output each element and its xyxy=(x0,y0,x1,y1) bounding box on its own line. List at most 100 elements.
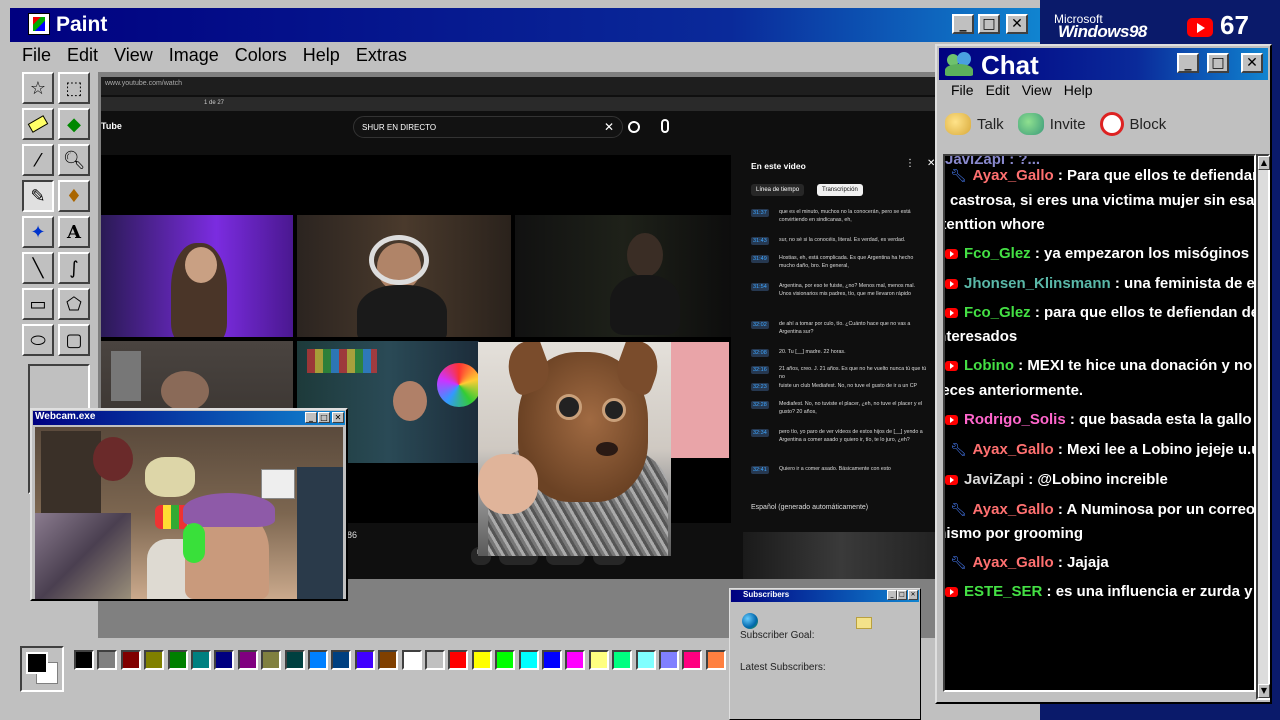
transcript-timestamp[interactable]: 32:02 xyxy=(751,321,769,329)
chat-username[interactable]: JaviZapi xyxy=(964,471,1024,488)
chat-maximize-button[interactable]: □ xyxy=(1207,53,1229,73)
palette-swatch[interactable] xyxy=(425,650,445,670)
chat-scrollbar[interactable]: ▲ ▼ xyxy=(1256,154,1270,700)
palette-swatch[interactable] xyxy=(542,650,562,670)
rect-select-tool-icon[interactable]: ⬚ xyxy=(58,72,90,104)
next-video-thumb[interactable] xyxy=(743,532,936,579)
text-tool-icon[interactable]: A xyxy=(58,216,90,248)
transcript-timestamp[interactable]: 32:16 xyxy=(751,366,769,374)
chat-menu-file[interactable]: File xyxy=(945,82,980,98)
eraser-tool-icon[interactable] xyxy=(22,108,54,140)
transcript-timestamp[interactable]: 31:54 xyxy=(751,283,769,291)
subscribers-title-bar[interactable]: Subscribers _ □ ✕ xyxy=(731,590,919,602)
menu-edit[interactable]: Edit xyxy=(59,42,106,70)
chat-username[interactable]: Jhonsen_Klinsmann xyxy=(964,275,1111,292)
palette-swatch[interactable] xyxy=(705,650,726,670)
paint-minimize-button[interactable]: _ xyxy=(952,14,974,34)
subs-maximize-button[interactable]: □ xyxy=(897,590,907,600)
chat-minimize-button[interactable]: _ xyxy=(1177,53,1199,73)
webcam-close-button[interactable]: ✕ xyxy=(332,412,344,423)
chat-username[interactable]: ESTE_SER xyxy=(964,583,1042,600)
chat-username[interactable]: Rodrigo_Solis xyxy=(964,411,1066,428)
webcam-title-bar[interactable]: Webcam.exe _ □ ✕ xyxy=(33,411,345,425)
menu-help[interactable]: Help xyxy=(295,42,348,70)
brush-tool-icon[interactable]: ♦ xyxy=(58,180,90,212)
palette-swatch[interactable] xyxy=(214,650,235,670)
palette-swatch[interactable] xyxy=(74,650,94,670)
palette-swatch[interactable] xyxy=(471,650,492,670)
transcript-timestamp[interactable]: 32:23 xyxy=(751,383,769,391)
webcam-maximize-button[interactable]: □ xyxy=(318,412,330,423)
rounded-rect-tool-icon[interactable]: ▢ xyxy=(58,324,90,356)
talk-button[interactable]: Talk xyxy=(945,113,1004,135)
menu-view[interactable]: View xyxy=(106,42,161,70)
palette-swatch[interactable] xyxy=(120,650,141,670)
palette-swatch[interactable] xyxy=(401,650,422,670)
polygon-tool-icon[interactable]: ⬠ xyxy=(58,288,90,320)
curve-tool-icon[interactable]: ∫ xyxy=(58,252,90,284)
fill-tool-icon[interactable]: ◆ xyxy=(58,108,90,140)
palette-swatch[interactable] xyxy=(495,650,516,670)
chip-timeline[interactable]: Línea de tiempo xyxy=(751,184,805,196)
line-tool-icon[interactable]: ╲ xyxy=(22,252,54,284)
rectangle-tool-icon[interactable]: ▭ xyxy=(22,288,54,320)
palette-swatch[interactable] xyxy=(237,650,258,670)
airbrush-tool-icon[interactable]: ✦ xyxy=(22,216,54,248)
palette-swatch[interactable] xyxy=(588,650,609,670)
palette-swatch[interactable] xyxy=(635,650,656,670)
webcam-minimize-button[interactable]: _ xyxy=(305,412,317,423)
palette-swatch[interactable] xyxy=(144,650,165,670)
block-button[interactable]: Block xyxy=(1099,112,1166,136)
invite-button[interactable]: Invite xyxy=(1017,113,1086,135)
palette-swatch[interactable] xyxy=(308,650,328,670)
transcript-timestamp[interactable]: 32:28 xyxy=(751,401,769,409)
palette-swatch[interactable] xyxy=(659,650,679,670)
subs-close-button[interactable]: ✕ xyxy=(908,590,918,600)
subs-minimize-button[interactable]: _ xyxy=(887,590,897,600)
palette-swatch[interactable] xyxy=(448,650,469,670)
palette-swatch[interactable] xyxy=(261,650,282,670)
transcript-timestamp[interactable]: 31:37 xyxy=(751,209,769,217)
clear-search-icon[interactable]: ✕ xyxy=(604,120,614,134)
transcript-language[interactable]: Español (generado automáticamente) xyxy=(751,504,868,511)
transcript-timestamp[interactable]: 32:08 xyxy=(751,349,769,357)
chat-title-bar[interactable]: Chat _ □ ✕ xyxy=(939,48,1268,80)
chat-username[interactable]: Ayax_Gallo xyxy=(973,167,1054,184)
palette-swatch[interactable] xyxy=(354,650,375,670)
palette-swatch[interactable] xyxy=(565,650,586,670)
chat-menu-help[interactable]: Help xyxy=(1058,82,1099,98)
chat-username[interactable]: Fco_Glez xyxy=(964,304,1031,321)
palette-swatch[interactable] xyxy=(518,650,539,670)
chat-username[interactable]: Fco_Glez xyxy=(964,245,1031,262)
chat-log[interactable]: JaviZapi : ?... 🔧︎ Ayax_Gallo : Para que … xyxy=(943,154,1256,692)
palette-swatch[interactable] xyxy=(331,650,352,670)
palette-swatch[interactable] xyxy=(612,650,633,670)
transcript-timestamp[interactable]: 32:41 xyxy=(751,466,769,474)
palette-swatch[interactable] xyxy=(167,650,188,670)
menu-colors[interactable]: Colors xyxy=(227,42,295,70)
paint-close-button[interactable]: ✕ xyxy=(1006,14,1028,34)
ellipse-tool-icon[interactable]: ⬭ xyxy=(22,324,54,356)
menu-file[interactable]: File xyxy=(14,42,59,70)
chat-username[interactable]: Ayax_Gallo xyxy=(973,441,1054,458)
youtube-search-box[interactable]: SHUR EN DIRECTO ✕ xyxy=(353,116,623,138)
palette-swatch[interactable] xyxy=(97,650,118,670)
magnifier-tool-icon[interactable]: 🔍︎ xyxy=(58,144,90,176)
transcript-timestamp[interactable]: 32:34 xyxy=(751,429,769,437)
free-select-tool-icon[interactable]: ☆ xyxy=(22,72,54,104)
color-picker-tool-icon[interactable]: ⁄ xyxy=(22,144,54,176)
transcript-timestamp[interactable]: 31:43 xyxy=(751,237,769,245)
palette-swatch[interactable] xyxy=(284,650,305,670)
chat-menu-edit[interactable]: Edit xyxy=(980,82,1016,98)
scroll-up-icon[interactable]: ▲ xyxy=(1258,156,1270,170)
foreground-color-swatch[interactable] xyxy=(26,652,48,674)
chat-close-button[interactable]: ✕ xyxy=(1241,53,1263,73)
chat-username[interactable]: Lobino xyxy=(964,357,1014,374)
menu-extras[interactable]: Extras xyxy=(348,42,415,70)
scroll-down-icon[interactable]: ▼ xyxy=(1258,684,1270,698)
search-icon[interactable] xyxy=(628,121,640,133)
current-colors[interactable] xyxy=(20,646,64,692)
palette-swatch[interactable] xyxy=(682,650,703,670)
palette-swatch[interactable] xyxy=(191,650,211,670)
mic-icon[interactable] xyxy=(661,119,669,133)
